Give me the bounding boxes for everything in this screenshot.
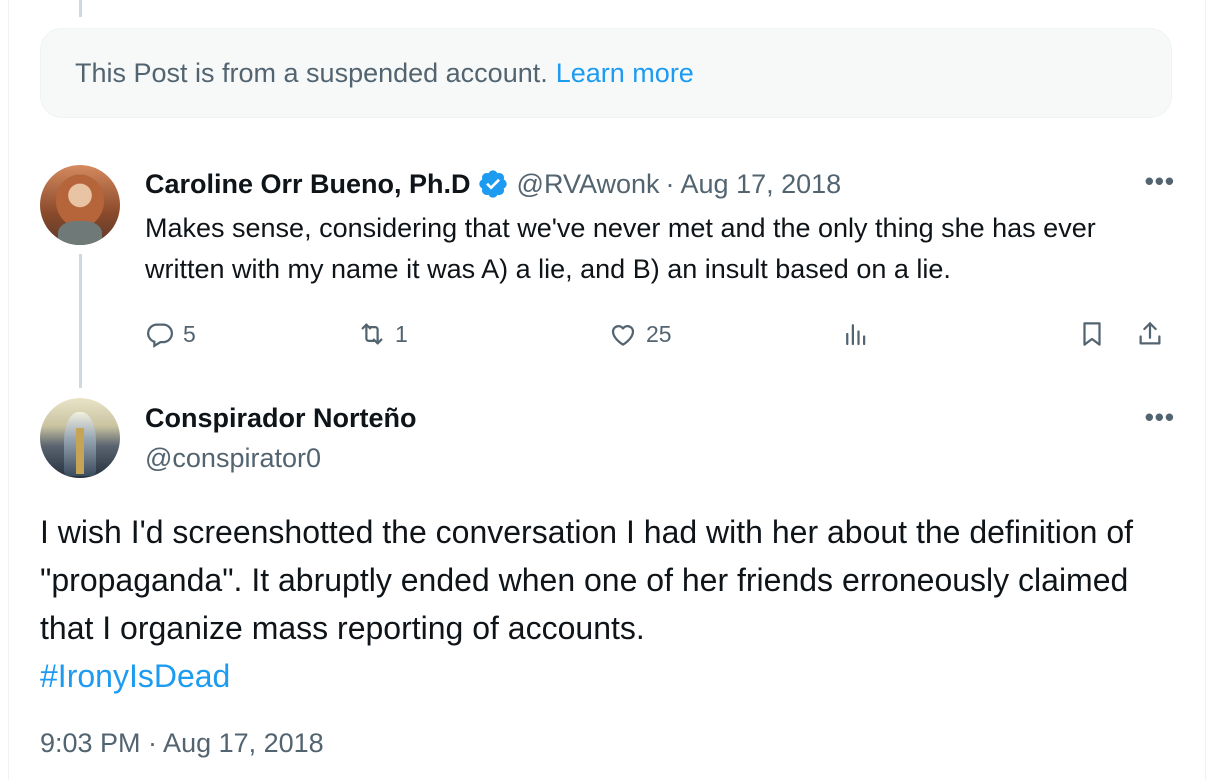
author-handle[interactable]: @RVAwonk xyxy=(517,169,660,200)
repost-icon xyxy=(361,323,383,345)
thread-connector-line xyxy=(79,254,82,388)
heart-icon xyxy=(611,325,635,346)
author-name[interactable]: Conspirador Norteño xyxy=(145,398,1175,438)
post-text: I wish I'd screenshotted the conversatio… xyxy=(40,514,1133,646)
repost-count: 1 xyxy=(395,320,408,347)
share-icon xyxy=(1139,322,1161,345)
analytics-icon xyxy=(846,324,866,346)
separator-dot: · xyxy=(665,168,675,199)
more-options-icon[interactable]: ••• xyxy=(1145,402,1175,433)
more-options-icon[interactable]: ••• xyxy=(1145,166,1175,197)
like-button[interactable]: 25 xyxy=(608,314,672,354)
suspended-post-notice: This Post is from a suspended account. L… xyxy=(40,28,1172,118)
hashtag-link[interactable]: #IronyIsDead xyxy=(40,658,230,694)
thread-connector-line xyxy=(79,0,82,17)
post-text: Makes sense, considering that we've neve… xyxy=(145,213,1096,284)
avatar-photo-detail xyxy=(58,221,102,245)
learn-more-link[interactable]: Learn more xyxy=(556,58,694,89)
bookmark-button[interactable] xyxy=(1077,314,1107,354)
post-date[interactable]: Aug 17, 2018 xyxy=(681,169,842,200)
post-actions-bar: 5 1 25 xyxy=(145,314,1175,354)
post-timestamp[interactable]: 9:03 PM · Aug 17, 2018 xyxy=(40,728,324,759)
reply-button[interactable]: 5 xyxy=(145,314,196,354)
views-button[interactable] xyxy=(841,314,871,354)
like-count: 25 xyxy=(646,320,672,347)
reply-post: Caroline Orr Bueno, Ph.D @RVAwonk · Aug … xyxy=(145,166,1175,290)
repost-button[interactable]: 1 xyxy=(357,314,408,354)
post-header: Caroline Orr Bueno, Ph.D @RVAwonk · Aug … xyxy=(145,166,1175,202)
main-post-header: Conspirador Norteño @conspirator0 ••• xyxy=(145,398,1175,478)
avatar-photo-detail xyxy=(76,428,84,474)
share-button[interactable] xyxy=(1135,314,1165,354)
bookmark-icon xyxy=(1083,322,1101,346)
avatar[interactable] xyxy=(40,398,120,478)
reply-count: 5 xyxy=(183,320,196,347)
suspended-notice-text: This Post is from a suspended account. xyxy=(75,57,548,88)
main-post-body: I wish I'd screenshotted the conversatio… xyxy=(40,508,1180,700)
verified-badge-icon xyxy=(477,168,509,200)
author-name[interactable]: Caroline Orr Bueno, Ph.D xyxy=(145,169,471,200)
author-handle[interactable]: @conspirator0 xyxy=(145,438,1175,478)
reply-icon xyxy=(147,323,173,348)
avatar[interactable] xyxy=(40,165,120,245)
